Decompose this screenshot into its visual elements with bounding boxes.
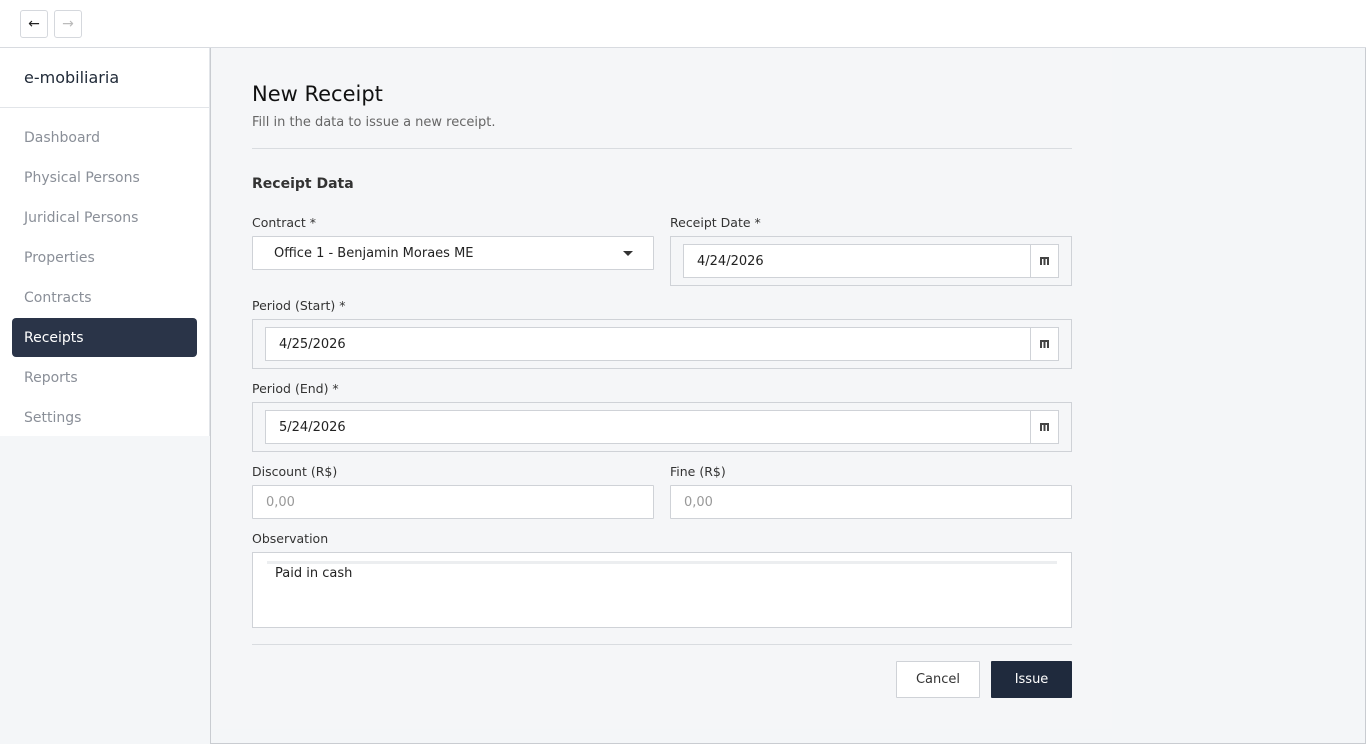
- top-bar: ← →: [0, 0, 1366, 48]
- sidebar-item-properties[interactable]: Properties: [12, 238, 197, 277]
- receipt-date-value: 4/24/2026: [697, 253, 764, 269]
- back-button[interactable]: ←: [20, 10, 48, 38]
- calendar-icon: [1040, 340, 1049, 348]
- observation-value: Paid in cash: [275, 566, 353, 581]
- app-brand[interactable]: e-mobiliaria: [0, 48, 209, 108]
- discount-input[interactable]: 0,00: [252, 485, 654, 519]
- contract-value: Office 1 - Benjamin Moraes ME: [274, 245, 474, 261]
- sidebar-item-contracts[interactable]: Contracts: [12, 278, 197, 317]
- period-end-picker: 5/24/2026: [252, 402, 1072, 452]
- fine-input[interactable]: 0,00: [670, 485, 1072, 519]
- period-end-input[interactable]: 5/24/2026: [265, 410, 1059, 444]
- sidebar-item-settings[interactable]: Settings: [12, 398, 197, 437]
- arrow-right-icon: →: [62, 16, 74, 32]
- period-start-value: 4/25/2026: [279, 336, 346, 352]
- dropdown-caret-icon: [623, 251, 633, 256]
- period-start-calendar-button[interactable]: [1030, 328, 1058, 360]
- sidebar-item-juridical-persons[interactable]: Juridical Persons: [12, 198, 197, 237]
- contract-select[interactable]: Office 1 - Benjamin Moraes ME: [252, 236, 654, 270]
- calendar-icon: [1040, 423, 1049, 431]
- period-end-calendar-button[interactable]: [1030, 411, 1058, 443]
- period-start-picker: 4/25/2026: [252, 319, 1072, 369]
- sidebar-menu: Dashboard Physical Persons Juridical Per…: [0, 108, 209, 437]
- discount-label: Discount (R$): [252, 464, 338, 479]
- period-end-value: 5/24/2026: [279, 419, 346, 435]
- observation-label: Observation: [252, 531, 329, 546]
- cancel-button[interactable]: Cancel: [896, 661, 980, 698]
- receipt-date-picker: 4/24/2026: [670, 236, 1072, 286]
- observation-textarea[interactable]: Paid in cash: [252, 552, 1072, 628]
- sidebar: e-mobiliaria Dashboard Physical Persons …: [0, 48, 210, 436]
- period-start-input[interactable]: 4/25/2026: [265, 327, 1059, 361]
- forward-button[interactable]: →: [54, 10, 82, 38]
- contract-label: Contract *: [252, 215, 316, 230]
- fine-label: Fine (R$): [670, 464, 726, 479]
- fine-placeholder: 0,00: [684, 494, 713, 510]
- sidebar-item-receipts[interactable]: Receipts: [12, 318, 197, 357]
- period-end-label: Period (End) *: [252, 381, 339, 396]
- sidebar-item-reports[interactable]: Reports: [12, 358, 197, 397]
- calendar-icon: [1040, 257, 1049, 265]
- section-title: Receipt Data: [252, 176, 354, 192]
- sidebar-item-physical-persons[interactable]: Physical Persons: [12, 158, 197, 197]
- main-content: New Receipt Fill in the data to issue a …: [210, 48, 1366, 744]
- receipt-date-label: Receipt Date *: [670, 215, 761, 230]
- textarea-toolbar-line: [267, 561, 1057, 564]
- period-start-label: Period (Start) *: [252, 298, 346, 313]
- page-subtitle: Fill in the data to issue a new receipt.: [252, 115, 496, 130]
- receipt-form: New Receipt Fill in the data to issue a …: [212, 48, 1112, 729]
- header-divider: [252, 148, 1072, 149]
- receipt-date-calendar-button[interactable]: [1030, 245, 1058, 277]
- discount-placeholder: 0,00: [266, 494, 295, 510]
- footer-divider: [252, 644, 1072, 645]
- sidebar-item-dashboard[interactable]: Dashboard: [12, 118, 197, 157]
- arrow-left-icon: ←: [28, 16, 40, 32]
- receipt-date-input[interactable]: 4/24/2026: [683, 244, 1059, 278]
- page-title: New Receipt: [252, 82, 383, 106]
- issue-button[interactable]: Issue: [991, 661, 1072, 698]
